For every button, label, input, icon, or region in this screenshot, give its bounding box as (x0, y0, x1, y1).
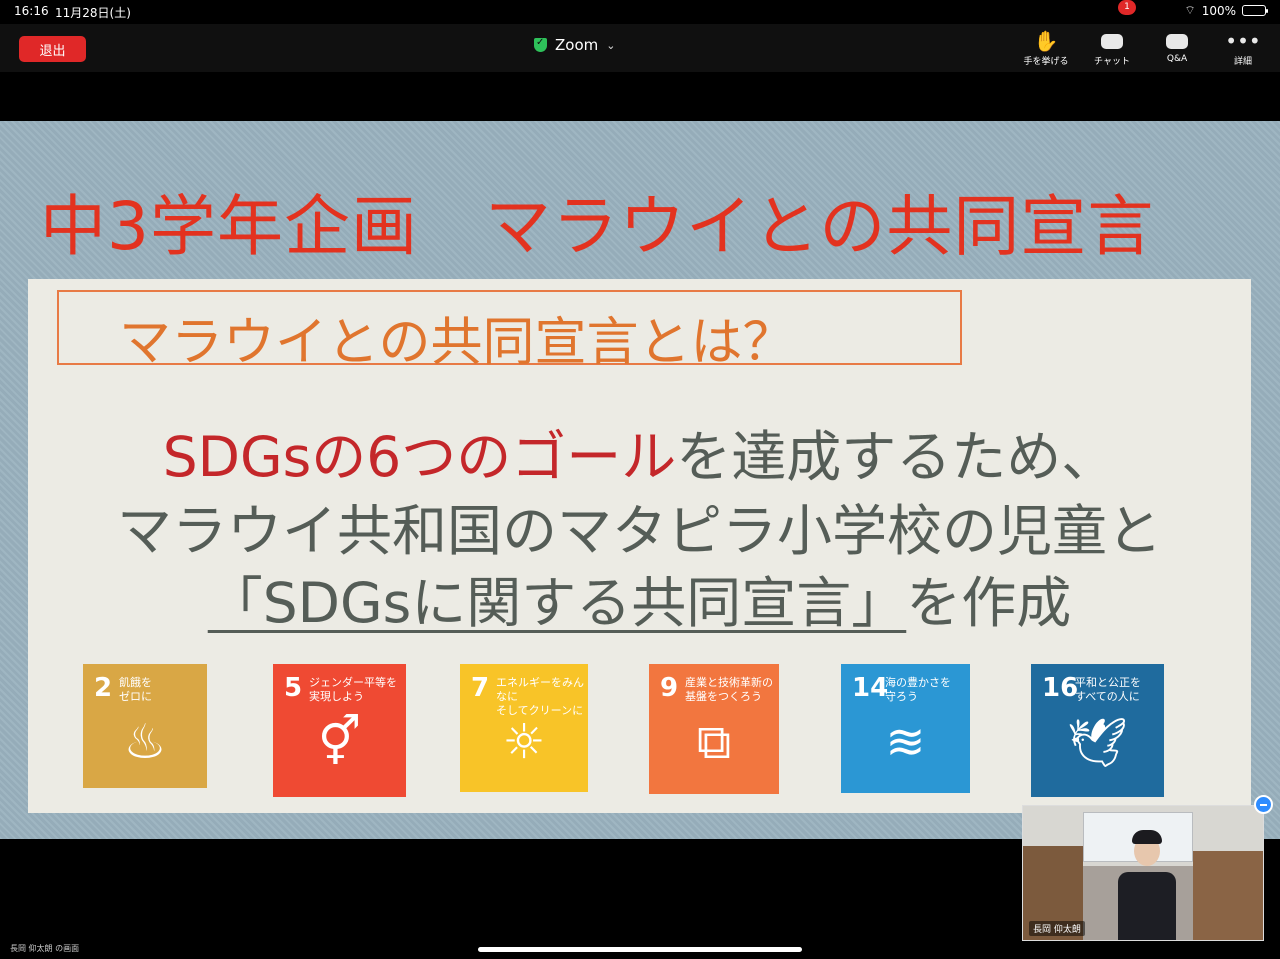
sdg-label: エネルギーをみんなに そしてクリーンに (496, 676, 584, 717)
status-bar: 16:16 11月28日(土) ⌔ 100% (0, 0, 1280, 24)
body-line-3: 「SDGsに関する共同宣言」を作成 (28, 558, 1251, 638)
sdg-label: 飢餓を ゼロに (119, 676, 152, 703)
qa-button[interactable]: Q&A (1142, 28, 1212, 64)
status-date: 11月28日(土) (55, 6, 131, 20)
sdg-number: 5 (284, 673, 303, 703)
question-box: マラウイとの共同宣言とは？ (57, 290, 962, 373)
more-button[interactable]: ••• 詳細 (1208, 28, 1278, 67)
sdg-number: 16 (1042, 673, 1079, 703)
minimize-video-button[interactable] (1254, 795, 1273, 814)
sdg-tile-5: 5 ジェンダー平等を 実現しよう ⚥ (273, 664, 406, 797)
wifi-icon: ⌔ (1184, 3, 1196, 17)
sdg-tile-16: 16 平和と公正を すべての人に 🕊 (1031, 664, 1164, 797)
raise-hand-label: 手を挙げる (1023, 57, 1069, 67)
encryption-shield-icon (534, 37, 547, 52)
dove-icon: 🕊 (1067, 715, 1128, 771)
sdg-number: 14 (852, 673, 889, 703)
battery-icon (1242, 5, 1268, 16)
question-heading: マラウイとの共同宣言とは？ (119, 313, 795, 373)
status-indicators: ⌔ 100% (1184, 3, 1268, 18)
home-indicator[interactable] (478, 947, 802, 952)
body-line-1: SDGsの6つのゴールを達成するため、 (28, 412, 1251, 492)
slide-title: 中3学年企画 マラウイとの共同宣言 (40, 188, 1155, 265)
chat-icon (1077, 28, 1147, 54)
sdg-label: ジェンダー平等を 実現しよう (309, 676, 397, 703)
sdg-label: 平和と公正を すべての人に (1075, 676, 1141, 703)
chevron-down-icon: ⌄ (606, 38, 616, 52)
meeting-toolbar: 退出 Zoom ⌄ ✋ 手を挙げる チャット Q&A ••• 詳細 (0, 24, 1280, 72)
battery-percent: 100% (1201, 3, 1236, 18)
slide-content-panel: マラウイとの共同宣言とは？ SDGsの6つのゴールを達成するため、 マラウイ共和… (28, 279, 1251, 813)
meeting-title-button[interactable]: Zoom ⌄ (534, 36, 615, 54)
sdg-tile-14: 14 海の豊かさを 守ろう ≋ (841, 664, 970, 793)
sdg-label: 海の豊かさを 守ろう (885, 676, 951, 703)
sdg-number: 2 (94, 673, 113, 703)
sdg-label: 産業と技術革新の 基盤をつくろう (685, 676, 773, 703)
more-icon: ••• (1225, 29, 1261, 53)
raise-hand-button[interactable]: ✋ 手を挙げる (1011, 28, 1081, 67)
raise-hand-icon: ✋ (1033, 29, 1059, 53)
chat-label: チャット (1094, 57, 1130, 67)
sdg-tile-7: 7 エネルギーをみんなに そしてクリーンに ☼ (460, 664, 588, 792)
sdg-number: 9 (660, 673, 679, 703)
gender-icon: ⚥ (317, 714, 362, 770)
sun-power-icon: ☼ (502, 714, 546, 770)
chat-unread-badge: 1 (1118, 0, 1136, 15)
leave-button[interactable]: 退出 (19, 36, 86, 62)
body-line-3-rest: を作成 (906, 571, 1072, 635)
chat-button[interactable]: チャット (1077, 28, 1147, 67)
sdg-tile-2: 2 飢餓を ゼロに ♨ (83, 664, 207, 788)
bowl-icon: ♨ (123, 714, 167, 770)
highlight-sdg-goals: SDGsの6つのゴール (162, 425, 677, 489)
body-line-2: マラウイ共和国のマタピラ小学校の児童と (116, 499, 1162, 563)
participant-name: 長岡 仰太朗 (1029, 921, 1085, 936)
status-time: 16:16 (14, 4, 49, 18)
more-label: 詳細 (1233, 57, 1252, 67)
sdg-tile-9: 9 産業と技術革新の 基盤をつくろう ⧉ (649, 664, 779, 794)
meeting-title: Zoom (555, 36, 599, 54)
qa-label: Q&A (1166, 54, 1188, 64)
declaration-underlined: 「SDGsに関する共同宣言」 (207, 571, 907, 635)
screen-owner-label: 長岡 仰太朗 の画面 (10, 944, 80, 953)
qa-icon (1142, 28, 1212, 54)
sdg-number: 7 (471, 673, 490, 703)
fish-icon: ≋ (885, 714, 926, 770)
self-video-view[interactable]: 長岡 仰太朗 (1022, 805, 1264, 941)
shared-screen: 中3学年企画 マラウイとの共同宣言 マラウイとの共同宣言とは？ SDGsの6つの… (0, 121, 1280, 839)
body-line-1-rest: を達成するため、 (676, 425, 1117, 489)
cubes-icon: ⧉ (696, 714, 732, 770)
